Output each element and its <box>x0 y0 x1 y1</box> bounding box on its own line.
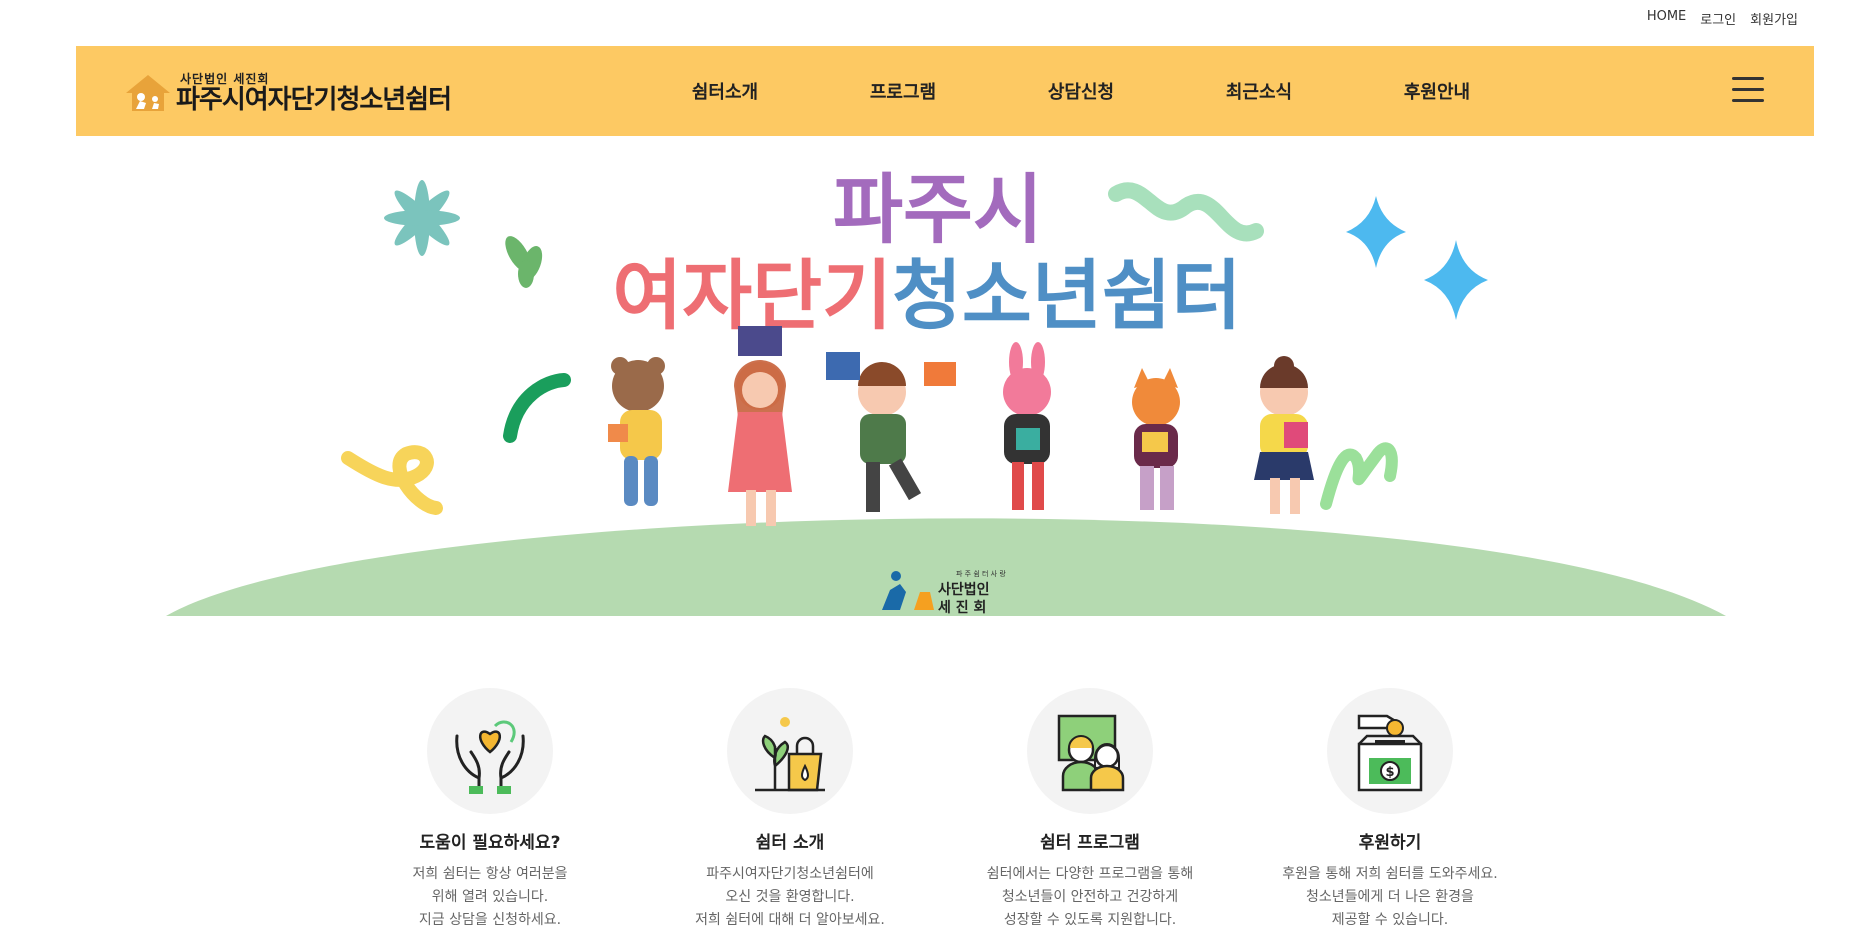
plant-bag-icon <box>755 717 825 792</box>
logo-title: 파주시여자단기청소년쉼터 <box>176 85 452 115</box>
feature-help[interactable]: 도움이 필요하세요? 저희 쉼터는 항상 여러분을 위해 열려 있습니다. 지금… <box>360 688 620 932</box>
boy-character <box>826 352 956 512</box>
heart-hands-icon <box>455 720 525 794</box>
login-link[interactable]: 로그인 <box>1700 9 1736 28</box>
hero-banner: 파주시 여자단기 청소년쉼터 파 주 쉼 터 사 랑 사단법인 세 진 회 <box>76 136 1814 616</box>
nav-item-about[interactable]: 쉼터소개 <box>636 78 814 104</box>
hero-title-line1: 파주시 <box>833 165 1043 254</box>
people-icon <box>1057 714 1125 792</box>
hero-title-line2-part2: 청소년쉼터 <box>892 251 1242 340</box>
utility-links: HOME 로그인 회원가입 <box>1647 9 1798 28</box>
feature-donation[interactable]: $ 후원하기 후원을 통해 저희 쉼터를 도와주세요. 청소년들에게 더 나은 … <box>1260 688 1520 932</box>
hamburger-menu-icon[interactable] <box>1732 77 1764 103</box>
nav-item-counsel[interactable]: 상담신청 <box>992 78 1170 104</box>
feature-description: 쉼터에서는 다양한 프로그램을 통해 청소년들이 안전하고 건강하게 성장할 수… <box>986 866 1194 928</box>
nav-item-news[interactable]: 최근소식 <box>1170 78 1348 104</box>
cat-character <box>1132 368 1180 510</box>
site-header: 사단법인 세진회 파주시여자단기청소년쉼터 쉼터소개 프로그램 상담신청 최근소… <box>76 46 1814 136</box>
feature-description: 저희 쉼터는 항상 여러분을 위해 열려 있습니다. 지금 상담을 신청하세요. <box>412 866 568 928</box>
signup-link[interactable]: 회원가입 <box>1750 9 1798 28</box>
feature-about[interactable]: 쉼터 소개 파주시여자단기청소년쉼터에 오신 것을 환영합니다. 저희 쉼터에 … <box>660 688 920 932</box>
feature-title: 쉼터 소개 <box>755 833 825 853</box>
hero-badge-line1: 사단법인 <box>938 581 990 598</box>
hero-badge-small: 파 주 쉼 터 사 랑 <box>956 569 1006 578</box>
home-link[interactable]: HOME <box>1647 9 1686 28</box>
nav-item-support[interactable]: 후원안내 <box>1348 78 1526 104</box>
feature-program[interactable]: 쉼터 프로그램 쉼터에서는 다양한 프로그램을 통해 청소년들이 안전하고 건강… <box>960 688 1220 932</box>
feature-description: 후원을 통해 저희 쉼터를 도와주세요. 청소년들에게 더 나은 환경을 제공할… <box>1282 866 1498 928</box>
logo-subtitle: 사단법인 세진회 <box>180 72 270 86</box>
feature-description: 파주시여자단기청소년쉼터에 오신 것을 환영합니다. 저희 쉼터에 대해 더 알… <box>695 866 885 928</box>
donation-box-icon: $ <box>1357 714 1423 792</box>
svg-text:$: $ <box>1385 765 1394 780</box>
characters-group <box>608 326 1314 526</box>
site-logo[interactable]: 사단법인 세진회 파주시여자단기청소년쉼터 <box>124 68 452 118</box>
hero-illustration: 파주시 여자단기 청소년쉼터 파 주 쉼 터 사 랑 사단법인 세 진 회 <box>166 165 1726 616</box>
feature-title: 도움이 필요하세요? <box>419 833 561 853</box>
girl2-character <box>1254 356 1314 514</box>
rabbit-character <box>1003 342 1051 510</box>
hero-badge-line2: 세 진 회 <box>938 599 986 616</box>
main-nav: 쉼터소개 프로그램 상담신청 최근소식 후원안내 <box>636 46 1526 136</box>
feature-title: 후원하기 <box>1358 833 1422 853</box>
feature-title: 쉼터 프로그램 <box>1040 833 1140 853</box>
nav-item-program[interactable]: 프로그램 <box>814 78 992 104</box>
girl-character <box>728 326 792 526</box>
bear-character <box>608 357 665 506</box>
house-logo-icon <box>126 75 170 111</box>
